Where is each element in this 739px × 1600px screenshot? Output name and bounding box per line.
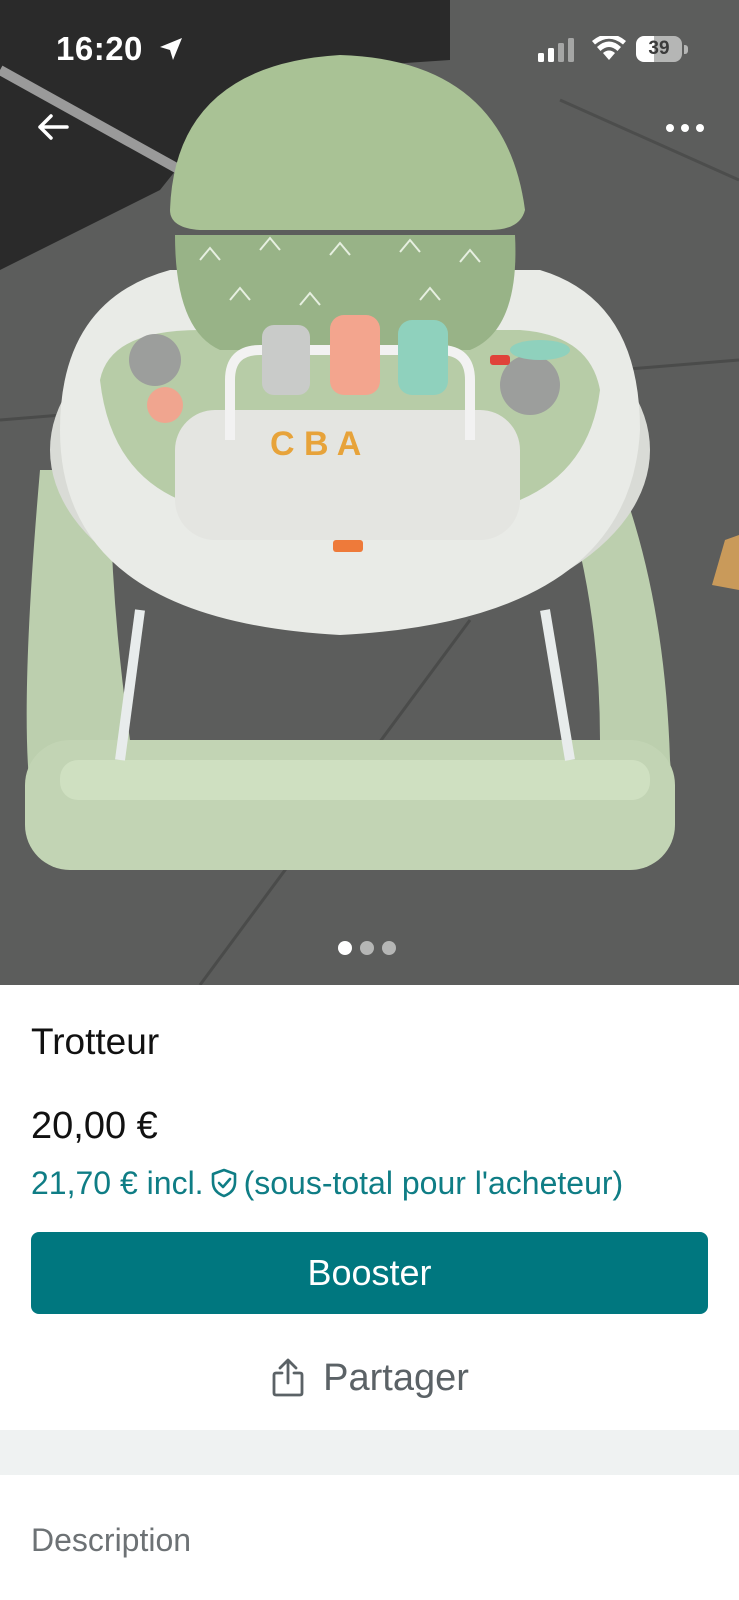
gallery-dot[interactable] bbox=[360, 941, 374, 955]
status-bar: 16:20 39 bbox=[0, 0, 739, 100]
svg-text:C B A: C B A bbox=[270, 425, 361, 463]
buyer-protection-shield-icon[interactable] bbox=[210, 1168, 238, 1198]
boost-button[interactable]: Booster bbox=[31, 1232, 708, 1314]
gallery-dot[interactable] bbox=[382, 941, 396, 955]
item-photo-gallery[interactable]: C B A 16:20 39 bbox=[0, 0, 739, 985]
battery-indicator: 39 bbox=[636, 36, 688, 62]
description-heading: Description bbox=[31, 1522, 192, 1558]
section-divider bbox=[0, 1430, 739, 1475]
buyer-price-note: (sous-total pour l'acheteur) bbox=[243, 1164, 624, 1201]
gallery-page-indicator[interactable] bbox=[338, 940, 402, 956]
cellular-signal-icon bbox=[538, 38, 574, 62]
item-price: 20,00 € bbox=[31, 1105, 158, 1147]
more-dots-icon bbox=[666, 124, 704, 132]
gallery-dot[interactable] bbox=[338, 941, 352, 955]
back-arrow-icon bbox=[38, 114, 69, 140]
location-arrow-icon bbox=[160, 38, 182, 60]
share-icon bbox=[272, 1358, 304, 1397]
share-label: Partager bbox=[323, 1356, 469, 1399]
wifi-icon bbox=[592, 36, 626, 60]
status-time: 16:20 bbox=[56, 30, 143, 67]
share-button[interactable]: Partager bbox=[240, 1343, 500, 1413]
item-photo[interactable]: C B A bbox=[0, 0, 739, 985]
battery-percentage: 39 bbox=[648, 38, 670, 59]
back-button[interactable] bbox=[30, 104, 76, 150]
buyer-price[interactable]: 21,70 € incl. (sous-total pour l'acheteu… bbox=[31, 1161, 623, 1205]
item-title: Trotteur bbox=[31, 1021, 160, 1062]
buyer-price-amount: 21,70 € incl. bbox=[31, 1164, 204, 1201]
more-options-button[interactable] bbox=[660, 108, 710, 148]
